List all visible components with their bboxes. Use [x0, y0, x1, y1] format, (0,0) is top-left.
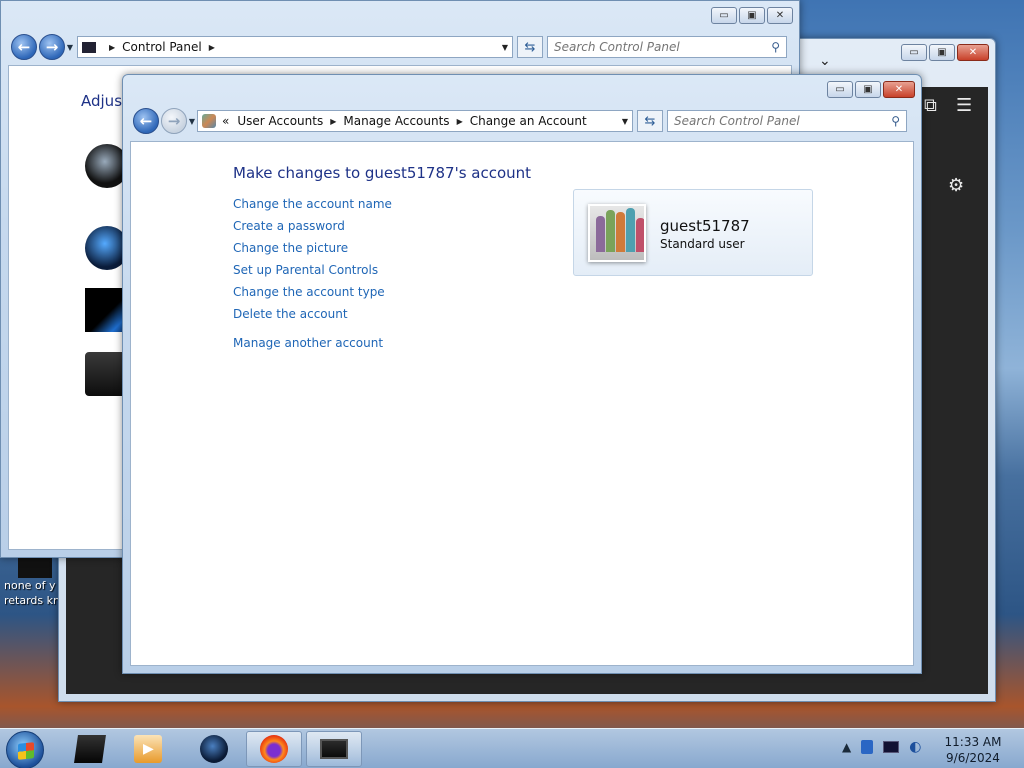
- minimize-button[interactable]: ▭: [711, 7, 737, 24]
- refresh-button[interactable]: ⇆: [637, 110, 663, 132]
- search-icon[interactable]: ⚲: [891, 114, 900, 128]
- search-box[interactable]: ⚲: [667, 110, 907, 132]
- desktop-shortcut-label-line1: none of y: [4, 579, 56, 592]
- black-box-icon: [74, 735, 106, 763]
- forward-button[interactable]: →: [161, 108, 187, 134]
- forward-button[interactable]: →: [39, 34, 65, 60]
- address-dropdown[interactable]: ▼: [622, 117, 628, 126]
- minimize-button[interactable]: ▭: [827, 81, 853, 98]
- chevron-down-icon[interactable]: ⌄: [819, 53, 831, 69]
- volume-icon[interactable]: ◐: [909, 739, 921, 755]
- page-title: Make changes to guest51787's account: [233, 164, 532, 182]
- media-player-icon: ▶: [134, 735, 162, 763]
- change-account-name-link[interactable]: Change the account name: [233, 196, 392, 218]
- change-account-content: Make changes to guest51787's account Cha…: [130, 141, 914, 666]
- action-center-icon[interactable]: [861, 740, 874, 754]
- taskbar: ▶ ▲ ◐ 11:33 AM 9/6/2024: [0, 728, 1024, 768]
- taskbar-clock[interactable]: 11:33 AM 9/6/2024: [938, 734, 1008, 766]
- system-tray: ▲ ◐: [842, 739, 921, 755]
- maximize-button[interactable]: ▣: [855, 81, 881, 98]
- account-card: guest51787 Standard user: [573, 189, 813, 276]
- firefox-icon: [260, 735, 288, 763]
- close-button[interactable]: ✕: [767, 7, 793, 24]
- desktop-shortcut-label-line2: retards kn: [4, 594, 58, 607]
- hamburger-menu-icon[interactable]: ☰: [956, 95, 972, 116]
- close-button[interactable]: ✕: [883, 81, 915, 98]
- back-button[interactable]: ←: [133, 108, 159, 134]
- delete-account-link[interactable]: Delete the account: [233, 306, 392, 328]
- breadcrumb-user-accounts[interactable]: User Accounts: [237, 114, 323, 128]
- parental-controls-link[interactable]: Set up Parental Controls: [233, 262, 392, 284]
- taskbar-app-1[interactable]: [62, 731, 118, 767]
- search-box[interactable]: ⚲: [547, 36, 787, 58]
- show-hidden-icons-arrow[interactable]: ▲: [842, 740, 851, 754]
- search-icon[interactable]: ⚲: [771, 40, 780, 54]
- close-button[interactable]: ✕: [957, 44, 989, 61]
- address-bar[interactable]: « User Accounts ▶ Manage Accounts ▶ Chan…: [197, 110, 633, 132]
- user-accounts-icon: [202, 114, 216, 128]
- back-button[interactable]: ←: [11, 34, 37, 60]
- control-panel-icon: [320, 739, 348, 759]
- breadcrumb-manage-accounts[interactable]: Manage Accounts: [343, 114, 449, 128]
- account-type: Standard user: [660, 237, 745, 251]
- manage-another-account-link[interactable]: Manage another account: [233, 335, 392, 357]
- network-icon[interactable]: [883, 741, 900, 753]
- control-panel-icon: [82, 41, 96, 53]
- search-input[interactable]: [554, 40, 772, 54]
- avatar: [588, 204, 646, 262]
- breadcrumb-change-account[interactable]: Change an Account: [470, 114, 587, 128]
- change-account-window: ▭ ▣ ✕ ← → ▼ « User Accounts ▶ Manage Acc…: [122, 74, 922, 674]
- refresh-button[interactable]: ⇆: [517, 36, 543, 58]
- create-password-link[interactable]: Create a password: [233, 218, 392, 240]
- recent-pages-dropdown[interactable]: ▼: [187, 117, 197, 126]
- address-dropdown[interactable]: ▼: [502, 43, 508, 52]
- taskbar-firefox[interactable]: [246, 731, 302, 767]
- breadcrumb-overflow[interactable]: «: [222, 114, 229, 128]
- maximize-button[interactable]: ▣: [739, 7, 765, 24]
- search-input[interactable]: [674, 114, 892, 128]
- change-account-type-link[interactable]: Change the account type: [233, 284, 392, 306]
- account-name: guest51787: [660, 217, 750, 235]
- start-button[interactable]: [6, 731, 44, 768]
- recent-pages-dropdown[interactable]: ▼: [65, 43, 75, 52]
- gear-icon[interactable]: ⚙: [948, 175, 964, 196]
- clock-time: 11:33 AM: [944, 735, 1002, 749]
- maximize-button[interactable]: ▣: [929, 44, 955, 61]
- taskbar-control-panel[interactable]: [306, 731, 362, 767]
- globe-icon: [200, 735, 228, 763]
- change-picture-link[interactable]: Change the picture: [233, 240, 392, 262]
- breadcrumb-control-panel[interactable]: Control Panel: [122, 40, 202, 54]
- page-title: Adjust: [81, 92, 128, 110]
- windows-logo-icon: [18, 742, 34, 760]
- taskbar-media-player[interactable]: ▶: [120, 731, 176, 767]
- address-bar[interactable]: ▶ Control Panel ▶ ▼: [77, 36, 513, 58]
- minimize-button[interactable]: ▭: [901, 44, 927, 61]
- taskbar-app-3[interactable]: [186, 731, 242, 767]
- task-links: Change the account name Create a passwor…: [233, 196, 392, 357]
- extension-icon[interactable]: ⧉: [924, 95, 937, 116]
- clock-date: 9/6/2024: [946, 751, 1000, 765]
